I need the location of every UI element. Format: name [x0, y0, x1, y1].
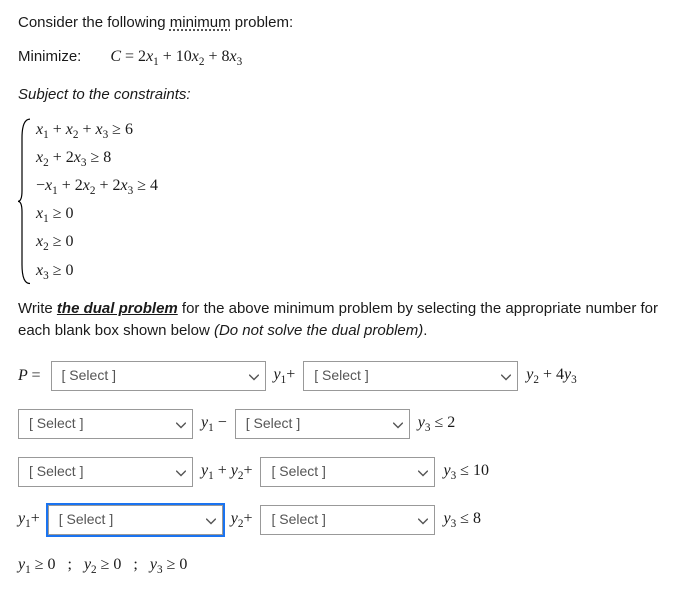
instruction-text: Write the dual problem for the above min…: [18, 298, 678, 343]
minimize-label: Minimize:: [18, 48, 81, 65]
chevron-down-icon: [206, 509, 216, 530]
select-placeholder: [ Select ]: [314, 365, 368, 386]
constraint-2: x2 + 2x3 ≥ 8: [36, 145, 678, 173]
select-r1-b[interactable]: [ Select ]: [303, 361, 518, 391]
select-placeholder: [ Select ]: [29, 461, 83, 482]
instr-post: (Do not solve the dual problem): [214, 322, 423, 339]
intro-keyword: minimum: [170, 14, 231, 31]
dual-row-2: [ Select ] y1 − [ Select ] y3 ≤ 2: [18, 409, 678, 439]
r1-tail: y2 + 4y3: [526, 363, 576, 389]
instr-emph: the dual problem: [57, 300, 178, 317]
select-placeholder: [ Select ]: [29, 413, 83, 434]
instr-pre: Write: [18, 300, 57, 317]
chevron-down-icon: [393, 413, 403, 434]
chevron-down-icon: [501, 365, 511, 386]
constraint-5: x2 ≥ 0: [36, 229, 678, 257]
select-placeholder: [ Select ]: [59, 509, 113, 530]
minimize-line: Minimize: C = 2x1 + 10x2 + 8x3: [18, 45, 678, 71]
left-brace-icon: [18, 117, 32, 286]
constraint-1: x1 + x2 + x3 ≥ 6: [36, 117, 678, 145]
chevron-down-icon: [176, 413, 186, 434]
intro-prefix: Consider the following: [18, 14, 170, 31]
select-placeholder: [ Select ]: [62, 365, 116, 386]
chevron-down-icon: [249, 365, 259, 386]
select-r4-a[interactable]: [ Select ]: [48, 505, 223, 535]
select-placeholder: [ Select ]: [271, 509, 325, 530]
r1-mid: y1+: [274, 363, 296, 389]
select-r3-b[interactable]: [ Select ]: [260, 457, 435, 487]
r3-tail: y3 ≤ 10: [443, 459, 488, 485]
chevron-down-icon: [418, 461, 428, 482]
dual-row-3: [ Select ] y1 + y2+ [ Select ] y3 ≤ 10: [18, 457, 678, 487]
r2-tail: y3 ≤ 2: [418, 411, 455, 437]
subject-label: Subject to the constraints:: [18, 84, 678, 107]
r2-mid: y1 −: [201, 411, 227, 437]
select-r2-a[interactable]: [ Select ]: [18, 409, 193, 439]
constraint-3: −x1 + 2x2 + 2x3 ≥ 4: [36, 173, 678, 201]
chevron-down-icon: [418, 509, 428, 530]
constraints-block: x1 + x2 + x3 ≥ 6 x2 + 2x3 ≥ 8 −x1 + 2x2 …: [18, 117, 678, 286]
nonnegativity: y1 ≥ 0 ; y2 ≥ 0 ; y3 ≥ 0: [18, 553, 678, 579]
chevron-down-icon: [176, 461, 186, 482]
minimize-expression: C = 2x1 + 10x2 + 8x3: [110, 48, 242, 65]
constraint-4: x1 ≥ 0: [36, 201, 678, 229]
dual-row-4: y1+ [ Select ] y2+ [ Select ] y3 ≤ 8: [18, 505, 678, 535]
r4-tail: y3 ≤ 8: [443, 507, 480, 533]
select-r4-b[interactable]: [ Select ]: [260, 505, 435, 535]
instr-end: .: [423, 322, 427, 339]
r4-mid: y2+: [231, 507, 253, 533]
constraint-6: x3 ≥ 0: [36, 258, 678, 286]
r4-lead: y1+: [18, 507, 40, 533]
intro-suffix: problem:: [231, 14, 294, 31]
select-r2-b[interactable]: [ Select ]: [235, 409, 410, 439]
r3-mid: y1 + y2+: [201, 459, 252, 485]
dual-row-1: P = [ Select ] y1+ [ Select ] y2 + 4y3: [18, 361, 678, 391]
select-r3-a[interactable]: [ Select ]: [18, 457, 193, 487]
select-placeholder: [ Select ]: [246, 413, 300, 434]
select-placeholder: [ Select ]: [271, 461, 325, 482]
p-equals: P =: [18, 364, 41, 388]
intro-text: Consider the following minimum problem:: [18, 12, 678, 35]
select-r1-a[interactable]: [ Select ]: [51, 361, 266, 391]
